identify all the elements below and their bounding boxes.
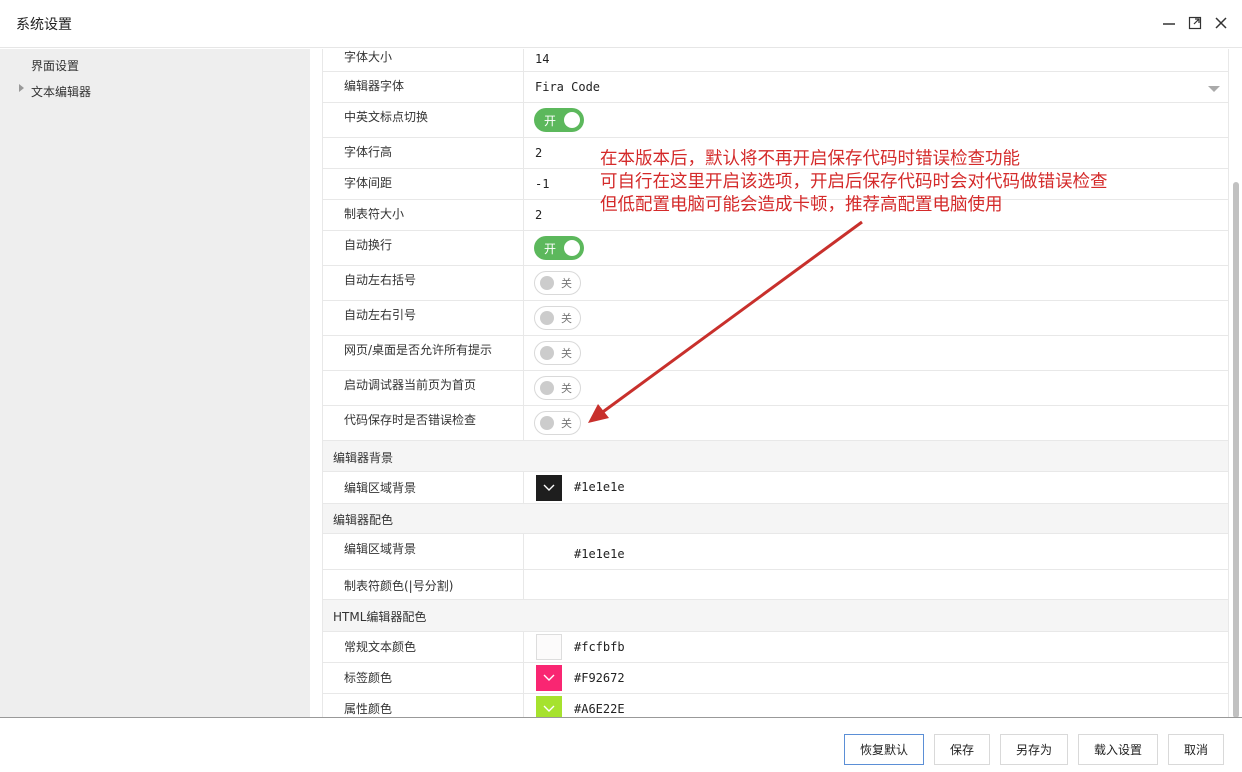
restore-default-button[interactable]: 恢复默认: [844, 734, 924, 765]
annotation-arrow: [588, 220, 863, 423]
dialog-footer: 恢复默认 保存 另存为 载入设置 取消: [0, 717, 1242, 772]
save-as-button[interactable]: 另存为: [1000, 734, 1068, 765]
save-button[interactable]: 保存: [934, 734, 990, 765]
load-settings-button[interactable]: 载入设置: [1078, 734, 1158, 765]
cancel-button[interactable]: 取消: [1168, 734, 1224, 765]
